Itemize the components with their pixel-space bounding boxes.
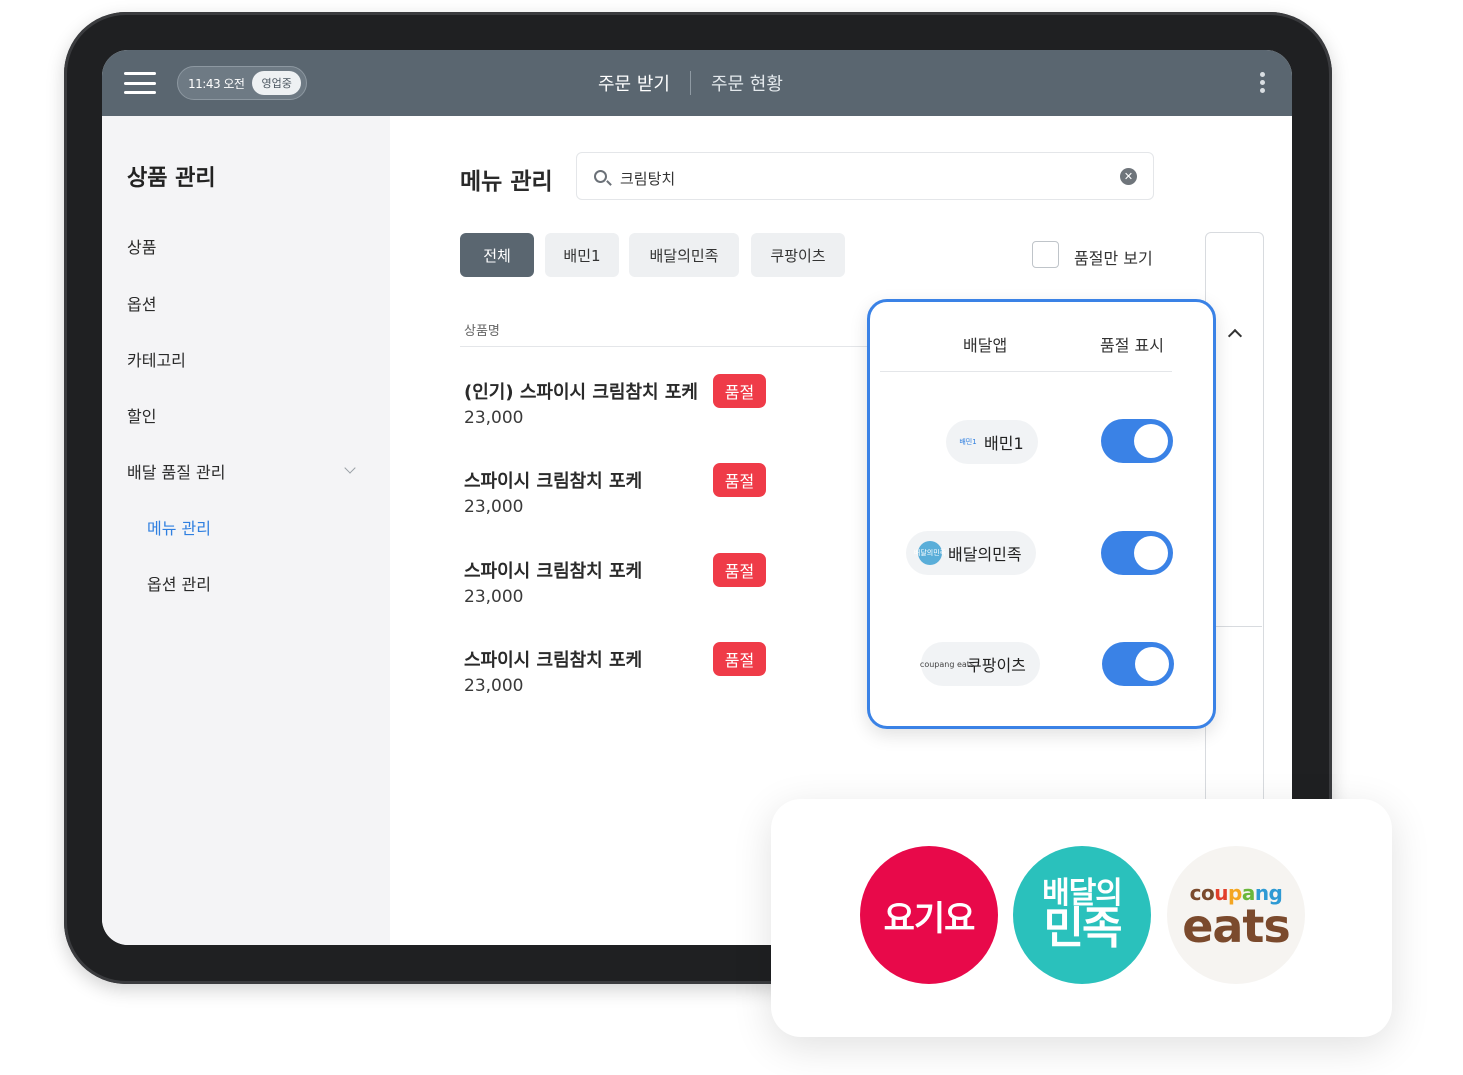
soldout-badge: 품절 [713, 463, 766, 497]
app-chip-coupangeats: coupang eats 쿠팡이츠 [919, 642, 1040, 686]
soldout-badge: 품절 [713, 553, 766, 587]
search-icon [594, 170, 607, 183]
delivery-app-logos-card: 요기요 배달의 민족 coupang eats [771, 799, 1392, 1037]
col-delivery-app: 배달앱 [963, 336, 1008, 355]
chevron-down-icon[interactable] [344, 462, 356, 474]
product-name: 스파이시 크림참치 포케 [464, 650, 643, 671]
soldout-app-popover: 배달앱 품절 표시 배민1 배민1 배달의민족 배달의민족 coupang ea… [867, 299, 1216, 729]
search-input[interactable]: 크림탕치 ✕ [576, 152, 1154, 200]
app-chip-baemin: 배달의민족 배달의민족 [906, 531, 1036, 575]
column-header-product-name: 상품명 [464, 324, 500, 339]
product-price: 23,000 [464, 408, 524, 428]
sidebar-item-discount[interactable]: 할인 [127, 403, 156, 427]
toggle-coupangeats[interactable] [1102, 642, 1174, 686]
sidebar: 상품 관리 상품 옵션 카테고리 할인 배달 품질 관리 메뉴 관리 옵션 관리 [102, 116, 390, 945]
store-status-pill[interactable]: 11:43 오전 영업중 [177, 66, 307, 100]
eats-wordmark: eats [1182, 899, 1291, 953]
top-bar: 11:43 오전 영업중 주문 받기 주문 현황 [102, 50, 1292, 116]
list-item[interactable]: (인기) 스파이시 크림참치 포케 23,000 품절 [464, 374, 784, 448]
hamburger-menu-icon[interactable] [124, 72, 156, 94]
sidebar-item-option-management[interactable]: 옵션 관리 [147, 571, 211, 595]
tab-order-status[interactable]: 주문 현황 [695, 70, 799, 96]
coupangeats-logo: coupang eats [1167, 846, 1305, 984]
sidebar-item-options[interactable]: 옵션 [127, 291, 156, 315]
filter-baemin1[interactable]: 배민1 [545, 233, 619, 277]
baemin1-logo-icon: 배민1 [959, 438, 977, 446]
yogiyo-logo: 요기요 [860, 846, 998, 984]
tab-divider [689, 71, 691, 95]
sidebar-title: 상품 관리 [127, 166, 216, 191]
baemin-logo: 배달의 민족 [1013, 846, 1151, 984]
top-tabs: 주문 받기 주문 현황 [582, 50, 799, 116]
filter-coupangeats[interactable]: 쿠팡이츠 [751, 233, 845, 277]
sidebar-item-delivery-soldout[interactable]: 배달 품질 관리 [127, 459, 226, 483]
sidebar-item-menu-management[interactable]: 메뉴 관리 [147, 515, 211, 539]
product-price: 23,000 [464, 497, 524, 517]
toggle-baemin1[interactable] [1101, 419, 1173, 463]
sidebar-item-products[interactable]: 상품 [127, 234, 156, 258]
tab-receive-orders[interactable]: 주문 받기 [582, 70, 686, 96]
filter-all[interactable]: 전체 [460, 233, 534, 277]
app-name: 쿠팡이츠 [967, 656, 1026, 675]
baemin-logo-icon: 배달의민족 [914, 541, 946, 565]
soldout-badge: 품절 [713, 374, 766, 408]
yogiyo-logo-text: 요기요 [883, 898, 976, 939]
product-name: 스파이시 크림참치 포케 [464, 561, 643, 582]
toggle-baemin[interactable] [1101, 531, 1173, 575]
chevron-up-icon[interactable] [1227, 328, 1243, 344]
current-time: 11:43 오전 [188, 76, 245, 91]
product-price: 23,000 [464, 676, 524, 696]
soldout-only-label[interactable]: 품절만 보기 [1074, 245, 1153, 269]
product-price: 23,000 [464, 587, 524, 607]
col-soldout-display: 품절 표시 [1100, 336, 1164, 355]
sidebar-item-category[interactable]: 카테고리 [127, 347, 186, 371]
header-divider [460, 346, 870, 347]
popover-divider [880, 371, 1172, 372]
status-badge: 영업중 [252, 71, 301, 95]
list-item[interactable]: 스파이시 크림참치 포케 23,000 품절 [464, 553, 784, 627]
app-name: 배민1 [984, 434, 1024, 453]
product-name: (인기) 스파이시 크림참치 포케 [464, 382, 698, 403]
soldout-badge: 품절 [713, 642, 766, 676]
list-item[interactable]: 스파이시 크림참치 포케 23,000 품절 [464, 463, 784, 537]
soldout-only-checkbox[interactable] [1032, 241, 1059, 268]
filter-baemin[interactable]: 배달의민족 [629, 233, 739, 277]
app-name: 배달의민족 [948, 545, 1022, 564]
list-item[interactable]: 스파이시 크림참치 포케 23,000 품절 [464, 642, 784, 716]
coupangeats-logo-icon: coupang eats [919, 659, 975, 669]
product-name: 스파이시 크림참치 포케 [464, 471, 643, 492]
clear-icon[interactable]: ✕ [1120, 168, 1137, 185]
page-title: 메뉴 관리 [460, 169, 553, 195]
baemin-logo-line2: 민족 [1043, 903, 1123, 955]
app-chip-baemin1: 배민1 배민1 [946, 420, 1038, 464]
more-options-icon[interactable] [1258, 72, 1266, 94]
search-value[interactable]: 크림탕치 [620, 168, 675, 189]
